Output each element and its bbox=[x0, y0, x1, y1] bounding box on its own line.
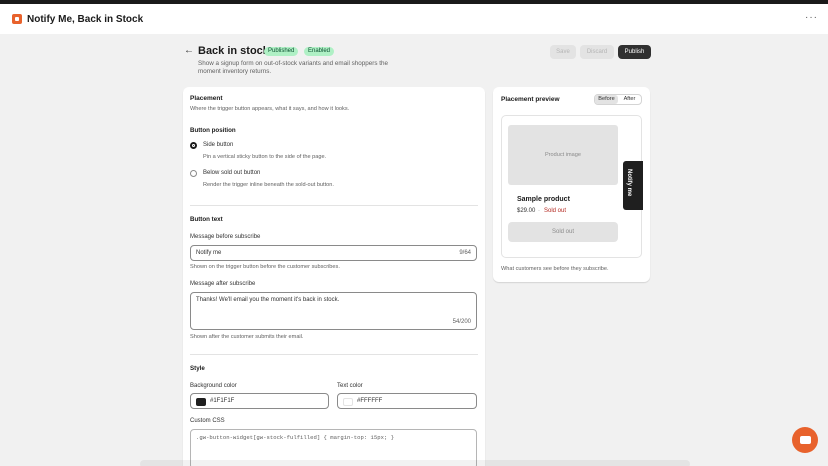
product-price: $29.00 bbox=[517, 208, 536, 214]
message-before-count: 9/64 bbox=[459, 250, 471, 256]
notify-me-side-label: Notify me bbox=[626, 169, 632, 197]
section-divider bbox=[190, 205, 478, 206]
style-heading: Style bbox=[190, 365, 205, 372]
text-color-input[interactable]: #FFFFFF bbox=[337, 393, 477, 409]
chat-bubble-icon[interactable] bbox=[792, 427, 818, 453]
below-sold-out-radio[interactable] bbox=[190, 170, 197, 177]
placement-preview-card: Placement preview Before After Product i… bbox=[493, 87, 650, 282]
arrow-left-icon[interactable]: ← bbox=[184, 46, 194, 56]
background-color-swatch[interactable] bbox=[196, 398, 206, 406]
placement-card: Placement Where the trigger button appea… bbox=[183, 87, 485, 466]
message-after-textarea[interactable]: Thanks! We'll email you the moment it's … bbox=[190, 292, 477, 330]
page-canvas: ← Back in stock Published Enabled Show a… bbox=[0, 34, 828, 466]
product-image-placeholder: Product image bbox=[508, 125, 618, 185]
page-subtitle: Show a signup form on out-of-stock varia… bbox=[198, 60, 389, 75]
more-horizontal-icon[interactable]: ··· bbox=[805, 13, 818, 23]
side-button-label[interactable]: Side button bbox=[203, 142, 233, 148]
side-button-radio[interactable] bbox=[190, 142, 197, 149]
message-before-help: Shown on the trigger button before the c… bbox=[190, 264, 340, 270]
message-before-value: Notify me bbox=[196, 250, 222, 256]
toggle-after[interactable]: After bbox=[618, 95, 641, 104]
button-position-heading: Button position bbox=[190, 127, 236, 134]
preview-caption: What customers see before they subscribe… bbox=[501, 266, 609, 272]
notify-me-side-button: Notify me bbox=[623, 161, 643, 210]
status-badge-enabled: Enabled bbox=[304, 47, 335, 56]
page-header: ← Back in stock Published Enabled Show a… bbox=[184, 45, 654, 85]
text-color-swatch[interactable] bbox=[343, 398, 353, 406]
background-color-value: #1F1F1F bbox=[210, 398, 235, 404]
text-color-value: #FFFFFF bbox=[357, 398, 383, 404]
message-before-input[interactable]: Notify me 9/64 bbox=[190, 245, 477, 261]
preview-heading: Placement preview bbox=[501, 96, 560, 103]
message-before-label: Message before subscribe bbox=[190, 234, 261, 240]
message-after-label: Message after subscribe bbox=[190, 281, 256, 287]
button-text-heading: Button text bbox=[190, 216, 223, 223]
custom-css-value: .gw-button-widget[gw-stock-fulfilled] { … bbox=[196, 434, 395, 441]
page-title: Back in stock bbox=[198, 45, 269, 57]
background-color-label: Background color bbox=[190, 383, 237, 389]
app-logo-icon bbox=[12, 14, 22, 24]
placement-description: Where the trigger button appears, what i… bbox=[190, 106, 350, 112]
custom-css-label: Custom CSS bbox=[190, 418, 225, 424]
text-color-label: Text color bbox=[337, 383, 363, 389]
side-button-help: Pin a vertical sticky button to the side… bbox=[203, 154, 327, 160]
app-title: Notify Me, Back in Stock bbox=[27, 13, 144, 25]
below-sold-out-help: Render the trigger inline beneath the so… bbox=[203, 182, 334, 188]
message-after-count: 54/200 bbox=[452, 319, 471, 325]
save-button[interactable]: Save bbox=[550, 45, 576, 59]
publish-button[interactable]: Publish bbox=[618, 45, 651, 59]
section-divider bbox=[190, 354, 478, 355]
app-title-bar: Notify Me, Back in Stock ··· bbox=[0, 4, 828, 34]
toggle-before[interactable]: Before bbox=[595, 95, 618, 104]
price-separator: · bbox=[538, 208, 540, 214]
sold-out-status: Sold out bbox=[544, 208, 567, 214]
placement-heading: Placement bbox=[190, 95, 223, 102]
background-color-input[interactable]: #1F1F1F bbox=[190, 393, 329, 409]
message-after-value: Thanks! We'll email you the moment it's … bbox=[196, 297, 340, 303]
below-sold-out-label[interactable]: Below sold out button bbox=[203, 170, 260, 176]
discard-button[interactable]: Discard bbox=[580, 45, 614, 59]
status-badge-published: Published bbox=[264, 47, 299, 56]
product-name: Sample product bbox=[517, 196, 570, 203]
before-after-toggle: Before After bbox=[594, 94, 642, 105]
message-after-help: Shown after the customer submits their e… bbox=[190, 334, 304, 340]
bottom-shadow bbox=[140, 460, 690, 466]
preview-sold-out-button: Sold out bbox=[508, 222, 618, 242]
